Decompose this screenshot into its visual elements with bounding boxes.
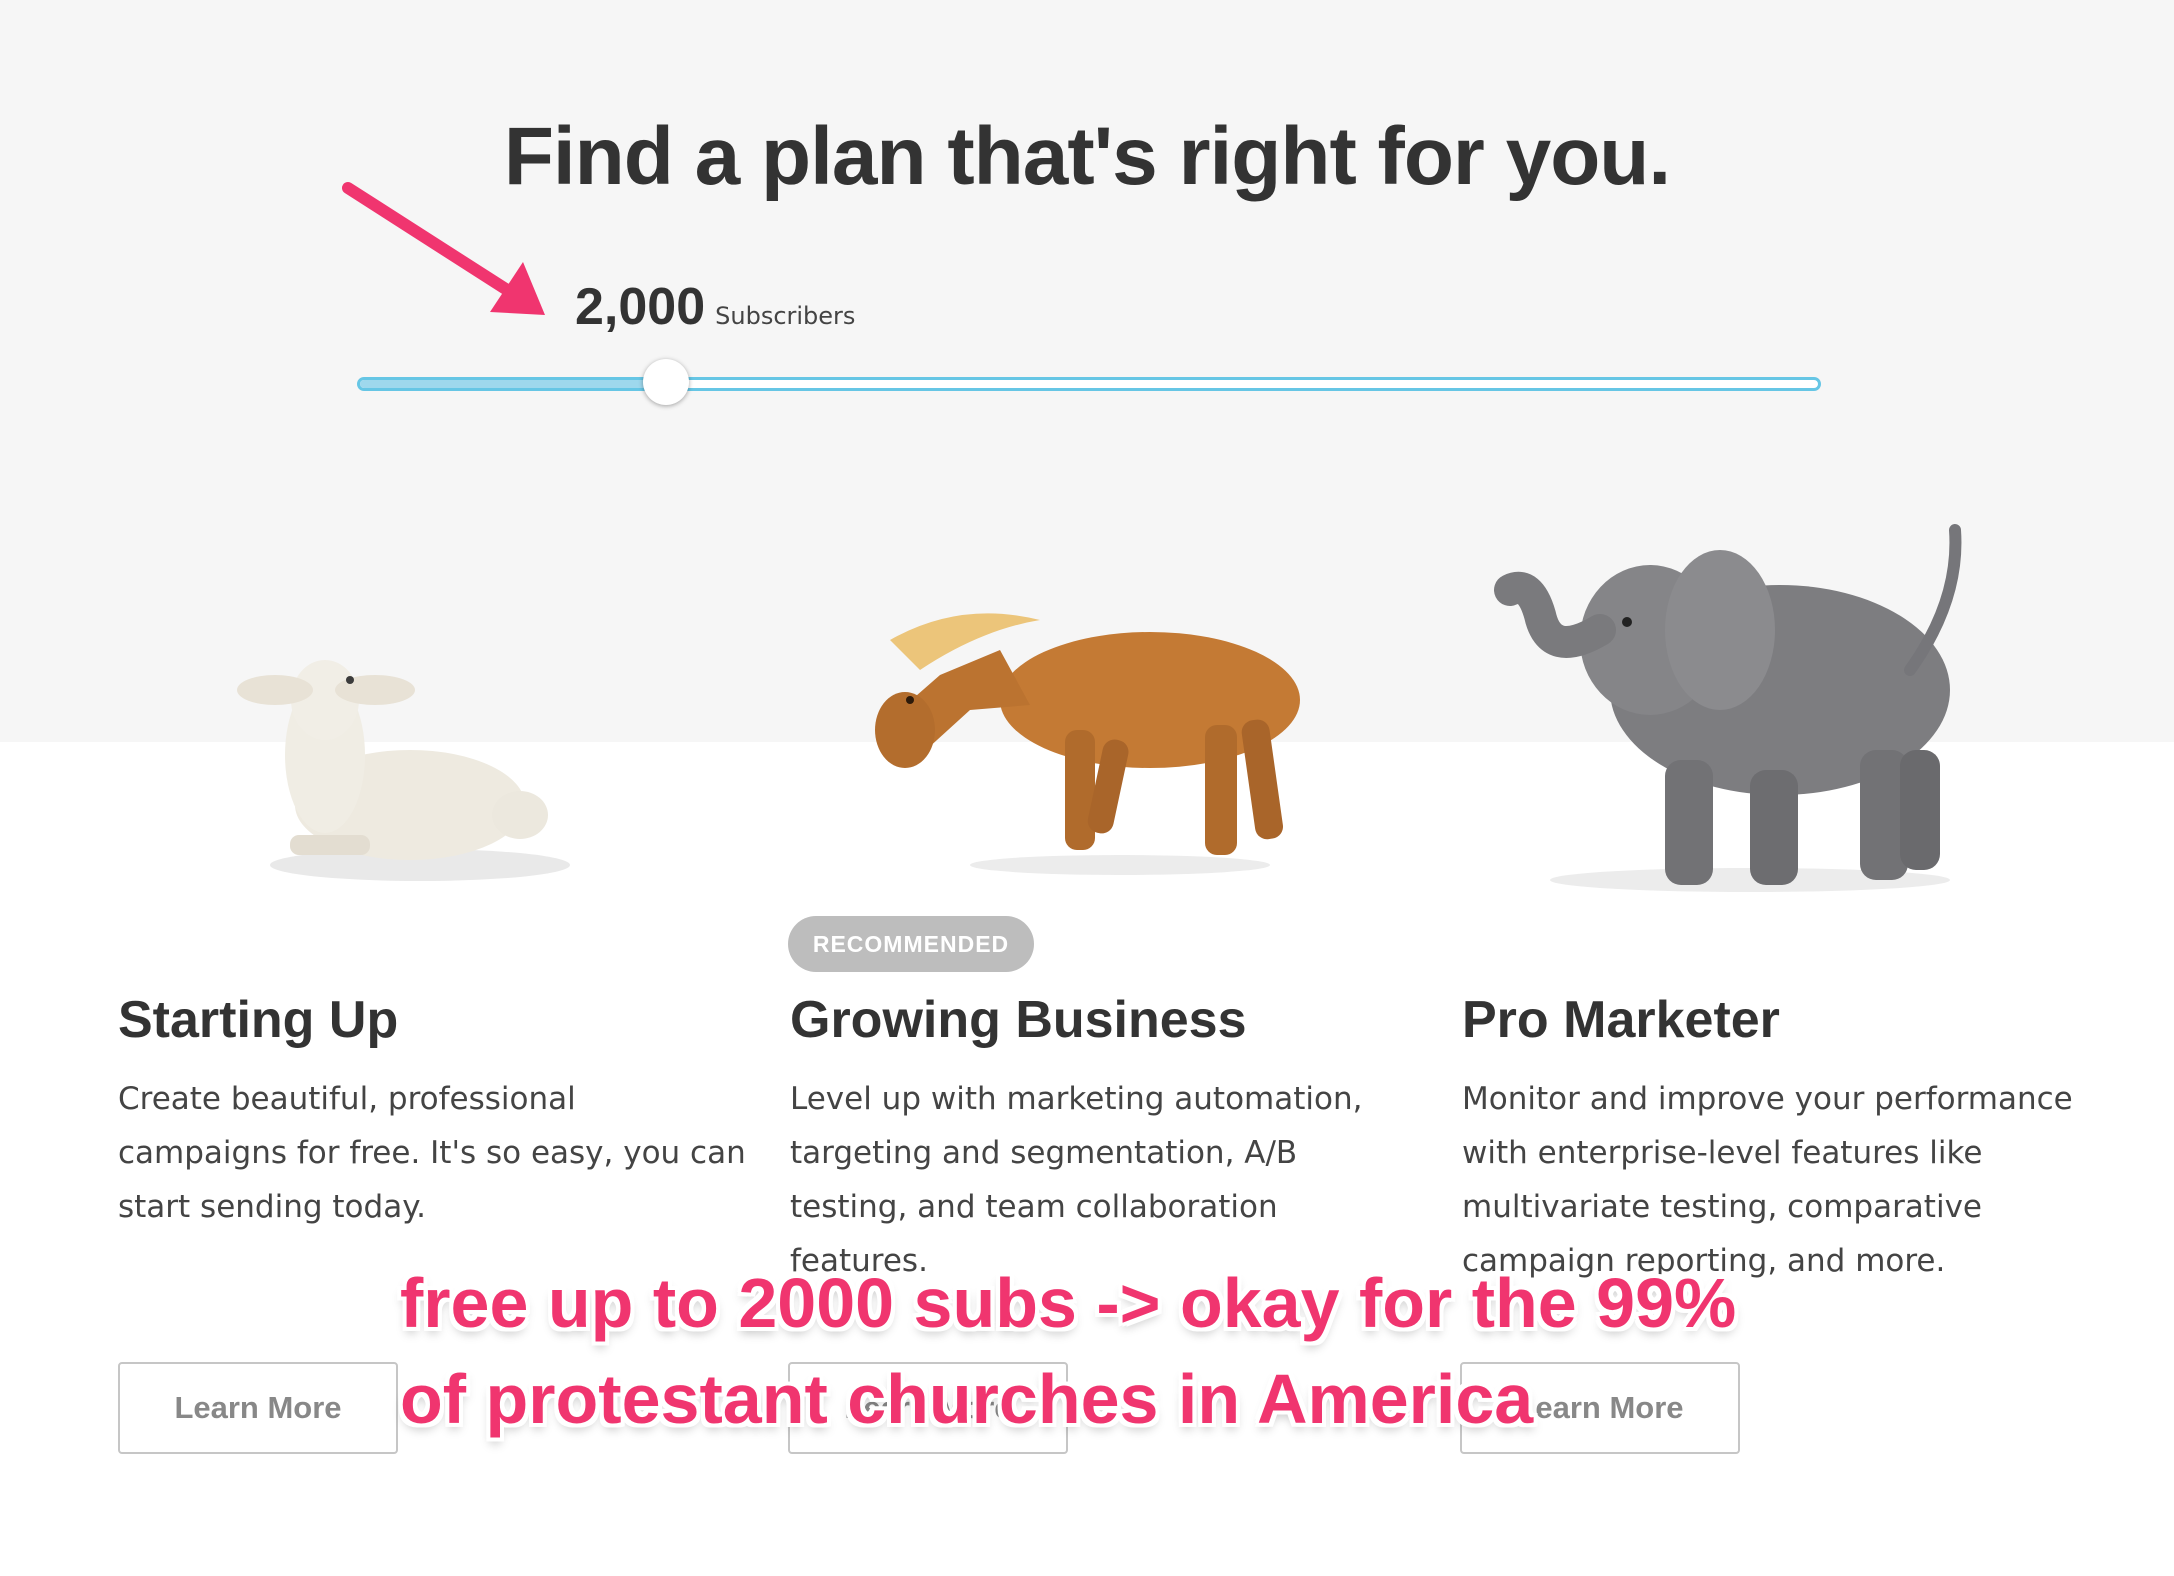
subscriber-readout: 2,000 Subscribers xyxy=(575,277,855,337)
horse-figurine-icon xyxy=(875,613,1300,875)
subscriber-slider[interactable] xyxy=(357,359,1821,405)
subscriber-count: 2,000 xyxy=(575,278,706,336)
elephant-figurine-icon xyxy=(1494,524,1962,892)
plan-title: Starting Up xyxy=(118,991,399,1049)
pricing-page: Find a plan that's right for you. 2,000 … xyxy=(0,0,2174,1576)
lamb-figurine-icon xyxy=(237,660,570,881)
plan-description: Create beautiful, professional campaigns… xyxy=(118,1081,746,1225)
annotation-line-2: of protestant churches in America xyxy=(400,1360,1534,1438)
plan-growing-business: Growing Business Level up with marketing… xyxy=(790,990,1430,1288)
overlay-annotation: free up to 2000 subs -> okay for the 99%… xyxy=(400,1255,1736,1447)
plan-title: Growing Business xyxy=(790,991,1247,1049)
recommended-badge: RECOMMENDED xyxy=(788,916,1034,972)
plan-starting-up: Starting Up Create beautiful, profession… xyxy=(118,990,758,1234)
slider-handle[interactable] xyxy=(643,359,690,405)
learn-more-button-starting-up[interactable]: Learn More xyxy=(118,1362,398,1454)
subscriber-label: Subscribers xyxy=(715,302,856,330)
slider-fill xyxy=(360,380,667,388)
pink-arrow-annotation-icon xyxy=(342,182,545,315)
plan-pro-marketer: Pro Marketer Monitor and improve your pe… xyxy=(1462,990,2102,1288)
plan-title: Pro Marketer xyxy=(1462,991,1780,1049)
page-title: Find a plan that's right for you. xyxy=(503,111,1671,202)
annotation-line-1: free up to 2000 subs -> okay for the 99% xyxy=(400,1264,1737,1342)
